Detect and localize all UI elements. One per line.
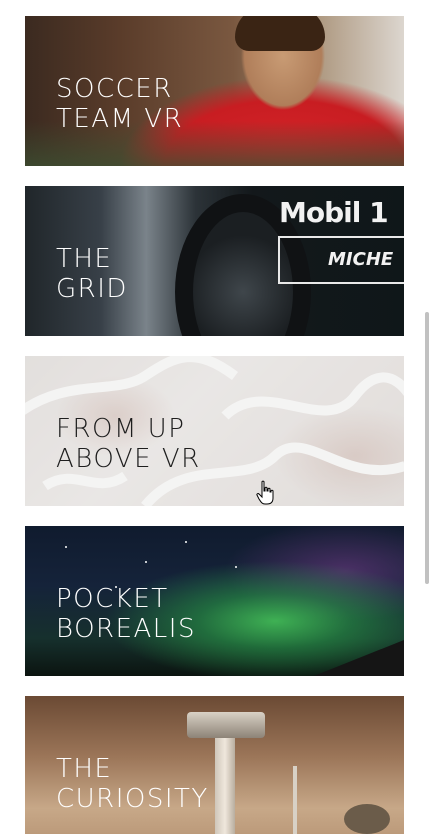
player-hair [235,16,325,51]
rover-dish [344,804,390,834]
card-title: THE CURIOSITY [56,754,209,814]
card-the-curiosity[interactable]: THE CURIOSITY [25,696,404,834]
star [145,561,147,563]
project-gallery: SOCCER TEAM VR Mobil 1 MICHE THE GRID FR… [0,0,429,834]
star [235,566,237,568]
card-title: POCKET BOREALIS [56,584,196,644]
card-title: FROM UP ABOVE VR [56,414,201,474]
mountain-silhouette [314,640,404,676]
card-soccer-team-vr[interactable]: SOCCER TEAM VR [25,16,404,166]
sponsor-logo-secondary: MICHE [278,236,404,284]
rover-mast [215,731,235,834]
sponsor-logo: Mobil 1 [279,196,389,229]
rover-camera-head [187,712,265,738]
card-the-grid[interactable]: Mobil 1 MICHE THE GRID [25,186,404,336]
hand-pointer-icon [256,480,274,505]
star [185,541,187,543]
card-pocket-borealis[interactable]: POCKET BOREALIS [25,526,404,676]
card-title: THE GRID [56,244,128,304]
star [65,546,67,548]
scrollbar-thumb[interactable] [425,312,429,584]
card-title: SOCCER TEAM VR [56,74,184,134]
rover-antenna [293,766,297,834]
card-from-up-above-vr[interactable]: FROM UP ABOVE VR [25,356,404,506]
